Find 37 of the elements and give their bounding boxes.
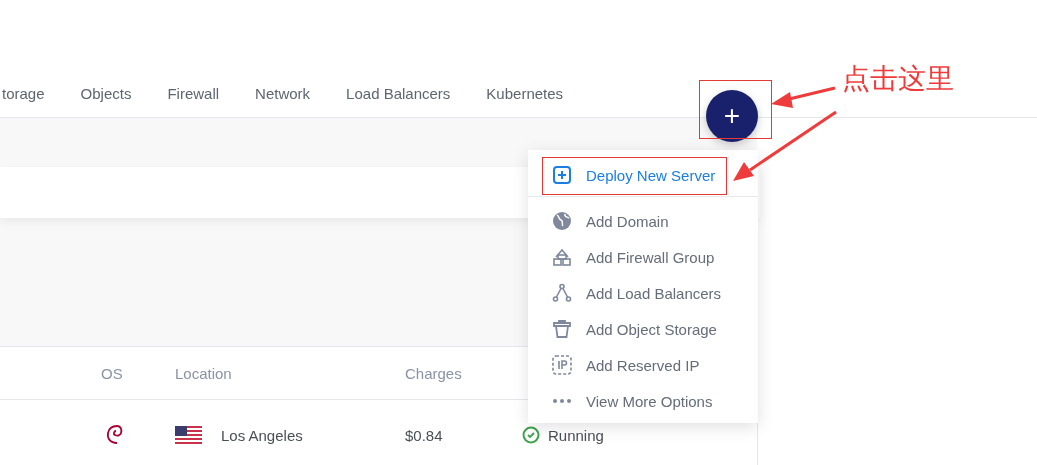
column-header: OS <box>101 364 124 382</box>
bucket-icon <box>552 319 572 339</box>
plus-square-icon <box>553 166 571 184</box>
more-icon <box>552 398 572 404</box>
branch-icon <box>552 283 572 303</box>
menu-label: Deploy New Server <box>586 166 716 184</box>
menu-item[interactable]: Add Reserved IP <box>528 347 758 383</box>
globe-icon <box>552 211 572 231</box>
menu-label: Add Load Balancers <box>586 284 722 302</box>
menu-item[interactable]: Add Object Storage <box>528 311 758 347</box>
swirl-logo-icon <box>105 423 123 447</box>
annotation-text: 点击这里 <box>842 61 954 97</box>
nav-tab[interactable]: Load Balancers <box>346 70 451 117</box>
building-icon <box>552 247 572 267</box>
charges-text: $0.84 <box>405 426 444 444</box>
nav-tab[interactable]: Objects <box>80 70 132 117</box>
menu-label: Add Object Storage <box>586 320 717 338</box>
nav-tab[interactable]: Firewall <box>167 70 220 117</box>
menu-item[interactable]: Add Load Balancers <box>528 275 758 311</box>
menu-item[interactable]: View More Options <box>528 383 758 419</box>
nav-tab[interactable]: torage <box>2 70 45 117</box>
location-text: Los Angeles <box>221 426 303 444</box>
column-header: Charges <box>405 364 463 382</box>
menu-item[interactable]: Add Firewall Group <box>528 239 758 275</box>
menu-label: Add Reserved IP <box>586 356 700 374</box>
column-header: Location <box>175 364 233 382</box>
check-circle-icon <box>522 426 540 444</box>
menu-label: Add Domain <box>586 212 669 230</box>
menu-label: Add Firewall Group <box>586 248 715 266</box>
nav-tab[interactable]: Kubernetes <box>486 70 564 117</box>
status-text: Running <box>548 426 604 444</box>
arrow <box>771 86 836 108</box>
nav-tab[interactable]: Network <box>255 70 311 117</box>
flag-icon <box>175 426 202 444</box>
menu-label: View More Options <box>586 392 713 410</box>
ip-icon <box>552 355 572 375</box>
menu-item[interactable]: Add Domain <box>528 203 758 239</box>
